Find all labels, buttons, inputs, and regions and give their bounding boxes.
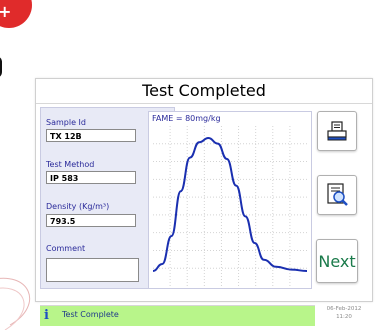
info-icon: i — [44, 308, 49, 323]
time-text: 11:20 — [336, 314, 352, 320]
sample-id-field[interactable]: TX 12B — [46, 129, 136, 142]
fame-curve — [152, 136, 308, 272]
chart-title: FAME = 80mg/kg — [152, 114, 221, 123]
chart-plot — [152, 126, 308, 286]
density-field[interactable]: 793.5 — [46, 214, 136, 227]
notification-badge: + — [0, 0, 32, 28]
status-text: Test Complete — [62, 310, 119, 319]
comment-field[interactable] — [46, 258, 139, 282]
print-button[interactable] — [317, 111, 357, 151]
window-title: Test Completed — [36, 79, 372, 104]
instrument-screen: Test Completed Sample Id TX 12B Test Met… — [35, 78, 373, 326]
next-button[interactable]: Next — [316, 239, 358, 283]
printer-icon — [327, 121, 347, 141]
comment-label: Comment — [46, 244, 86, 253]
device-bezel-tab — [0, 56, 2, 78]
result-chart: FAME = 80mg/kg — [148, 111, 312, 289]
datetime-display: 06-Feb-2012 11:20 — [319, 305, 369, 321]
test-method-field[interactable]: IP 583 — [46, 171, 136, 184]
view-report-button[interactable] — [317, 175, 357, 215]
test-method-label: Test Method — [46, 160, 95, 169]
date-text: 06-Feb-2012 — [326, 306, 362, 312]
density-label: Density (Kg/m³) — [46, 202, 110, 211]
sample-id-label: Sample Id — [46, 118, 86, 127]
status-bar: i Test Complete — [40, 305, 315, 326]
document-search-icon — [327, 183, 348, 206]
